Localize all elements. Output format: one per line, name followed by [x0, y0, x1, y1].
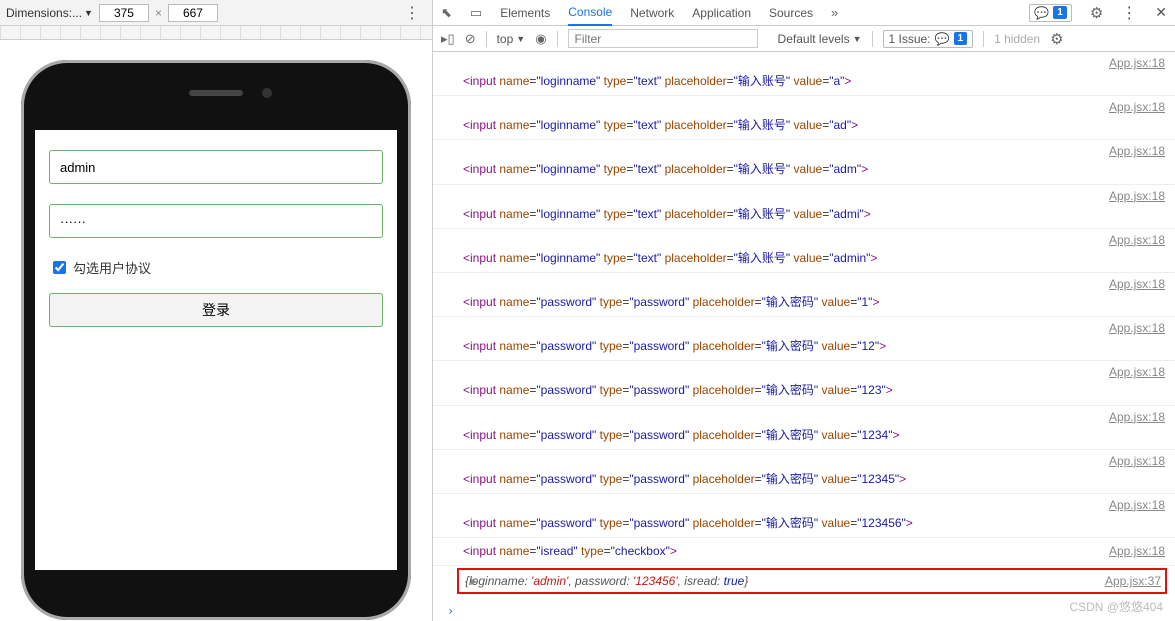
agreement-checkbox[interactable]: [53, 261, 66, 274]
source-link[interactable]: App.jsx:18: [1109, 98, 1165, 117]
password-input[interactable]: [49, 204, 383, 238]
console-row[interactable]: App.jsx:18<input name="password" type="p…: [433, 317, 1175, 361]
console-row[interactable]: App.jsx:18<input name="loginname" type="…: [433, 140, 1175, 184]
source-link[interactable]: App.jsx:18: [1109, 408, 1165, 427]
tab-network[interactable]: Network: [630, 0, 674, 26]
console-row[interactable]: App.jsx:18<input name="password" type="p…: [433, 450, 1175, 494]
source-link[interactable]: App.jsx:18: [1109, 496, 1165, 515]
tab-application[interactable]: Application: [692, 0, 751, 26]
source-link[interactable]: App.jsx:18: [1109, 54, 1165, 73]
width-input[interactable]: [99, 4, 149, 22]
device-frame: 勾选用户协议 登录: [21, 60, 411, 620]
device-screen: 勾选用户协议 登录: [35, 130, 397, 570]
console-settings-icon[interactable]: ⚙: [1050, 30, 1063, 48]
tab-elements[interactable]: Elements: [500, 0, 550, 26]
agreement-row[interactable]: 勾选用户协议: [49, 258, 383, 277]
dimension-dropdown[interactable]: Dimensions:... ▼: [6, 6, 93, 20]
device-toggle-icon[interactable]: ▭: [470, 5, 482, 21]
devtools-panel: ⬉ ▭ Elements Console Network Application…: [433, 0, 1175, 621]
agreement-label: 勾选用户协议: [73, 258, 151, 277]
eye-icon[interactable]: ◉: [535, 31, 546, 47]
more-icon[interactable]: ⋮: [398, 3, 426, 23]
dimension-bar: Dimensions:... ▼ × ⋮: [0, 0, 432, 26]
source-link[interactable]: App.jsx:18: [1109, 363, 1165, 382]
levels-selector[interactable]: Default levels ▼: [778, 32, 862, 46]
source-link[interactable]: App.jsx:18: [1109, 187, 1165, 206]
context-selector[interactable]: top ▼: [497, 32, 526, 46]
console-row[interactable]: App.jsx:18<input name="loginname" type="…: [433, 229, 1175, 273]
console-row[interactable]: App.jsx:18<input name="loginname" type="…: [433, 185, 1175, 229]
watermark: CSDN @悠悠404: [1069, 598, 1163, 615]
hidden-count: 1 hidden: [994, 32, 1040, 46]
sidebar-toggle-icon[interactable]: ▸▯: [441, 31, 455, 47]
height-input[interactable]: [168, 4, 218, 22]
highlighted-row[interactable]: App.jsx:37▸ {loginname: 'admin', passwor…: [457, 568, 1167, 594]
phone-camera: [262, 88, 272, 98]
issues-badge[interactable]: 1 Issue: 💬1: [883, 30, 974, 48]
source-link[interactable]: App.jsx:18: [1109, 542, 1165, 561]
console-row[interactable]: App.jsx:18<input name="loginname" type="…: [433, 96, 1175, 140]
source-link[interactable]: App.jsx:18: [1109, 142, 1165, 161]
console-toolbar: ▸▯ ⊘ top ▼ ◉ Default levels ▼ 1 Issue: 💬…: [433, 26, 1175, 52]
console-output[interactable]: App.jsx:18<input name="loginname" type="…: [433, 52, 1175, 621]
username-input[interactable]: [49, 150, 383, 184]
clear-icon[interactable]: ⊘: [465, 31, 476, 47]
console-row[interactable]: App.jsx:18<input name="password" type="p…: [433, 273, 1175, 317]
console-row[interactable]: App.jsx:18<input name="loginname" type="…: [433, 52, 1175, 96]
tab-sources[interactable]: Sources: [769, 0, 813, 26]
console-row[interactable]: App.jsx:18<input name="isread" type="che…: [433, 538, 1175, 566]
source-link[interactable]: App.jsx:18: [1109, 275, 1165, 294]
filter-input[interactable]: [568, 29, 758, 48]
tab-console[interactable]: Console: [568, 0, 612, 26]
devtools-tabs: ⬉ ▭ Elements Console Network Application…: [433, 0, 1175, 26]
device-panel: Dimensions:... ▼ × ⋮ 勾选用户协议 登录: [0, 0, 433, 621]
settings-icon[interactable]: ⚙: [1090, 4, 1103, 22]
console-row[interactable]: App.jsx:18<input name="password" type="p…: [433, 406, 1175, 450]
source-link[interactable]: App.jsx:18: [1109, 452, 1165, 471]
source-link[interactable]: App.jsx:18: [1109, 319, 1165, 338]
login-button[interactable]: 登录: [49, 293, 383, 327]
menu-icon[interactable]: ⋮: [1121, 3, 1137, 23]
close-icon[interactable]: ✕: [1155, 4, 1167, 21]
ruler: [0, 26, 432, 40]
console-row[interactable]: App.jsx:18<input name="password" type="p…: [433, 494, 1175, 538]
phone-speaker: [189, 90, 243, 96]
source-link[interactable]: App.jsx:37: [1105, 574, 1161, 588]
console-prompt[interactable]: ›: [433, 602, 1175, 620]
console-row[interactable]: App.jsx:18<input name="password" type="p…: [433, 361, 1175, 405]
inspect-icon[interactable]: ⬉: [441, 5, 452, 21]
dimension-x: ×: [155, 6, 162, 20]
messages-badge[interactable]: 💬1: [1029, 4, 1072, 22]
source-link[interactable]: App.jsx:18: [1109, 231, 1165, 250]
more-tabs-icon[interactable]: »: [831, 5, 838, 20]
